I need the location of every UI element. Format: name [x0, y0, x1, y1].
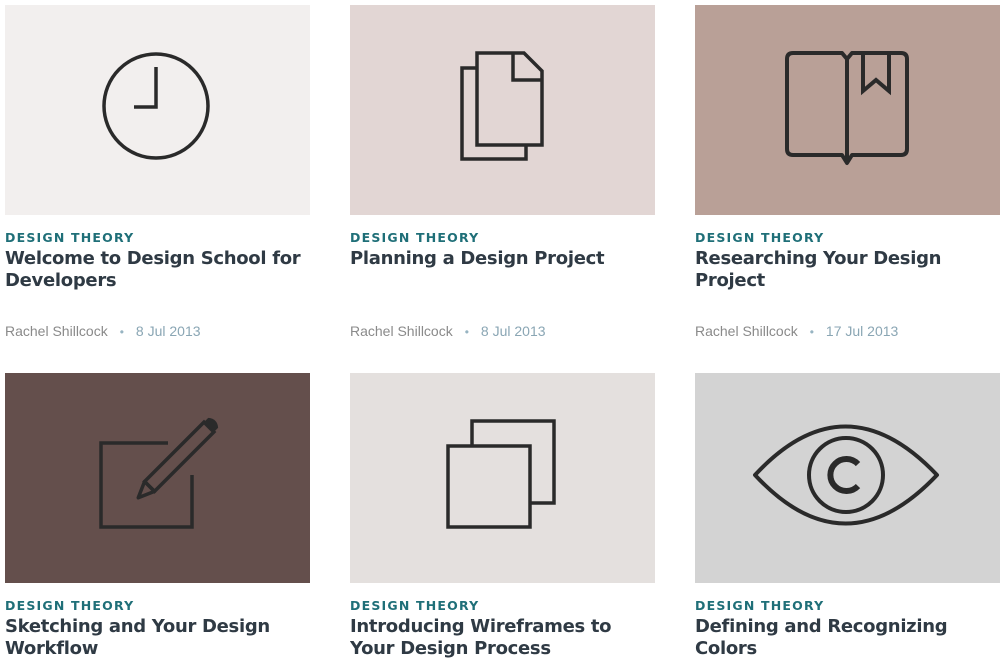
article-meta: Rachel Shillcock • 17 Jul 2013: [695, 323, 1000, 340]
article-thumbnail[interactable]: [5, 373, 310, 583]
article-author[interactable]: Rachel Shillcock: [5, 323, 108, 339]
article-meta: Rachel Shillcock • 8 Jul 2013: [5, 323, 310, 340]
documents-icon: [460, 51, 544, 161]
article-date: 17 Jul 2013: [825, 323, 899, 339]
pencil-square-icon: [99, 417, 219, 529]
article-category[interactable]: DESIGN THEORY: [695, 231, 1000, 245]
book-bookmark-icon: [785, 51, 909, 165]
overlapping-squares-icon: [446, 419, 556, 529]
meta-separator: •: [119, 325, 124, 339]
article-thumbnail[interactable]: [350, 5, 655, 215]
article-thumbnail[interactable]: [695, 373, 1000, 583]
article-card[interactable]: DESIGN THEORY Introducing Wireframes to …: [350, 373, 655, 660]
article-title[interactable]: Sketching and Your Design Workflow: [5, 616, 310, 660]
clock-icon: [102, 52, 210, 160]
eye-icon: [753, 424, 939, 526]
meta-separator: •: [809, 325, 814, 339]
article-title[interactable]: Researching Your Design Project: [695, 248, 1000, 292]
article-thumbnail[interactable]: [5, 5, 310, 215]
article-card[interactable]: DESIGN THEORY Planning a Design Project …: [350, 5, 655, 340]
article-category[interactable]: DESIGN THEORY: [5, 231, 310, 245]
article-category[interactable]: DESIGN THEORY: [695, 599, 1000, 613]
article-meta: Rachel Shillcock • 8 Jul 2013: [350, 323, 655, 340]
article-title[interactable]: Welcome to Design School for Developers: [5, 248, 310, 292]
article-thumbnail[interactable]: [695, 5, 1000, 215]
article-title[interactable]: Introducing Wireframes to Your Design Pr…: [350, 616, 655, 660]
article-grid: DESIGN THEORY Welcome to Design School f…: [0, 0, 1003, 660]
meta-separator: •: [464, 325, 469, 339]
article-category[interactable]: DESIGN THEORY: [350, 599, 655, 613]
article-category[interactable]: DESIGN THEORY: [5, 599, 310, 613]
article-card[interactable]: DESIGN THEORY Defining and Recognizing C…: [695, 373, 1000, 660]
article-card[interactable]: DESIGN THEORY Welcome to Design School f…: [5, 5, 310, 340]
article-category[interactable]: DESIGN THEORY: [350, 231, 655, 245]
article-thumbnail[interactable]: [350, 373, 655, 583]
article-author[interactable]: Rachel Shillcock: [350, 323, 453, 339]
article-date: 8 Jul 2013: [480, 323, 546, 339]
article-date: 8 Jul 2013: [135, 323, 201, 339]
article-author[interactable]: Rachel Shillcock: [695, 323, 798, 339]
article-title[interactable]: Defining and Recognizing Colors: [695, 616, 1000, 660]
article-title[interactable]: Planning a Design Project: [350, 248, 655, 292]
article-card[interactable]: DESIGN THEORY Researching Your Design Pr…: [695, 5, 1000, 340]
article-card[interactable]: DESIGN THEORY Sketching and Your Design …: [5, 373, 310, 660]
